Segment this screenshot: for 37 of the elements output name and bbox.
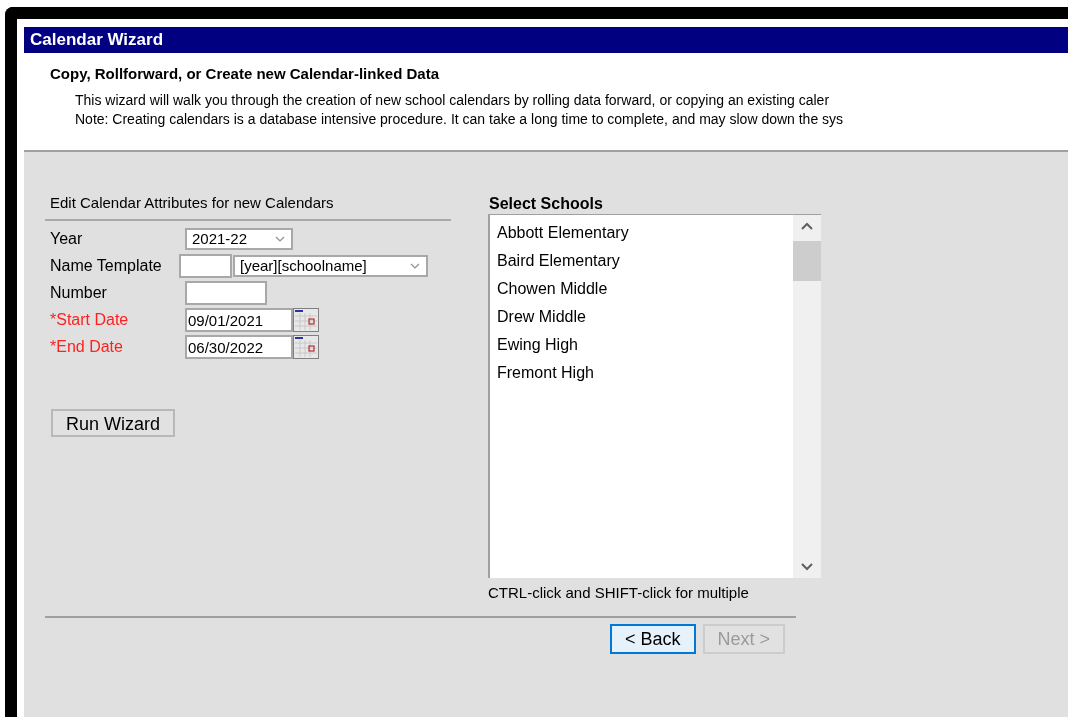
school-list-item[interactable]: Fremont High xyxy=(495,359,596,387)
select-value: [year][schoolname] xyxy=(240,255,367,276)
section-heading: Select Schools xyxy=(488,194,603,214)
field-label: Number xyxy=(50,283,108,303)
description-text: Note: Creating calendars is a database intensive procedure. It can take a long time to complete, and may slow down the sys xyxy=(75,109,844,129)
chevron-down-icon xyxy=(410,263,420,269)
field-label: *End Date xyxy=(50,337,124,357)
field-label: *Start Date xyxy=(50,310,130,330)
section-heading: Edit Calendar Attributes for new Calendars xyxy=(45,192,451,221)
field-label: Year xyxy=(50,229,84,249)
name-template-select[interactable]: [year][schoolname] xyxy=(233,255,428,277)
school-list-item[interactable]: Ewing High xyxy=(495,331,580,359)
school-list-item[interactable]: Baird Elementary xyxy=(495,247,622,275)
field-label: Name Template xyxy=(50,256,163,276)
chevron-up-icon[interactable] xyxy=(801,222,813,230)
date-field[interactable]: 06/30/2022 xyxy=(185,335,293,359)
date-field[interactable]: 09/01/2021 xyxy=(185,308,293,332)
number-field[interactable] xyxy=(185,281,267,305)
header-heading: Copy, Rollforward, or Create new Calendar-linked Data xyxy=(50,64,439,84)
chevron-down-icon[interactable] xyxy=(801,563,813,571)
school-list-item[interactable]: Drew Middle xyxy=(495,303,588,331)
hint-text: CTRL-click and SHIFT-click for multiple xyxy=(488,583,749,603)
school-list-item[interactable]: Chowen Middle xyxy=(495,275,610,303)
run-wizard-button[interactable]: Run Wizard xyxy=(51,408,176,437)
school-list-item[interactable]: Abbott Elementary xyxy=(495,219,631,247)
schools-listbox[interactable]: Abbott Elementary Baird Elementary Chowen Middle Drew Middle Ewing High Fremont High xyxy=(488,214,821,578)
year-select[interactable]: 2021-22 xyxy=(185,228,293,250)
chevron-down-icon xyxy=(275,236,285,242)
scrollbar-thumb[interactable] xyxy=(793,241,821,281)
select-value: 2021-22 xyxy=(192,228,248,249)
calendar-icon[interactable] xyxy=(293,308,319,332)
scrollbar[interactable] xyxy=(793,215,821,578)
description-text: This wizard will walk you through the creation of new school calendars by rolling data forward, or copying an existing caler xyxy=(75,90,830,110)
window-title: Calendar Wizard xyxy=(24,27,1068,53)
calendar-icon[interactable] xyxy=(293,335,319,359)
back-button[interactable]: < Back xyxy=(610,623,696,654)
name-prefix-field[interactable] xyxy=(179,254,232,278)
